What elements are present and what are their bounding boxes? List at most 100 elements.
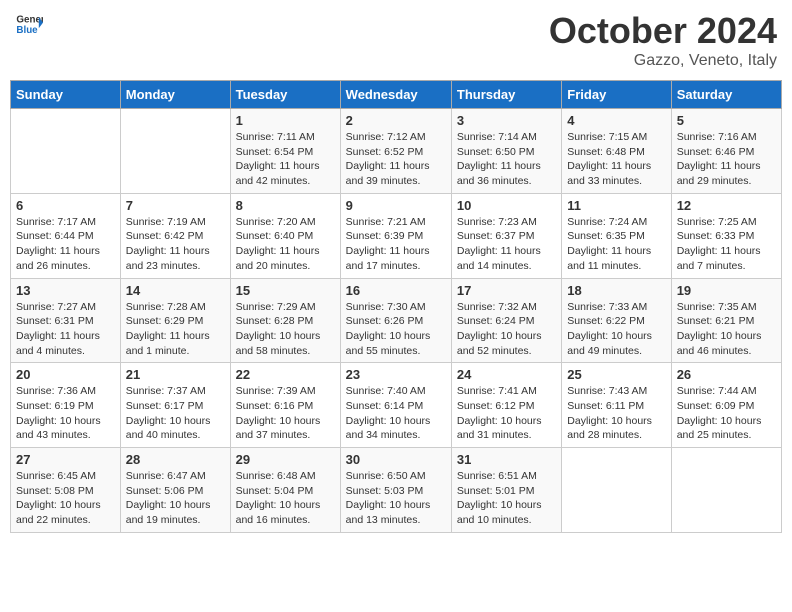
calendar-cell: 2 Sunrise: 7:12 AMSunset: 6:52 PMDayligh… — [340, 109, 451, 194]
day-number: 22 — [236, 367, 335, 382]
calendar-cell: 3 Sunrise: 7:14 AMSunset: 6:50 PMDayligh… — [451, 109, 561, 194]
logo: General Blue — [15, 10, 43, 38]
calendar-week-row: 6 Sunrise: 7:17 AMSunset: 6:44 PMDayligh… — [11, 193, 782, 278]
logo-icon: General Blue — [15, 10, 43, 38]
day-info: Sunrise: 7:32 AMSunset: 6:24 PMDaylight:… — [457, 301, 542, 357]
calendar-week-row: 13 Sunrise: 7:27 AMSunset: 6:31 PMDaylig… — [11, 278, 782, 363]
calendar-cell: 14 Sunrise: 7:28 AMSunset: 6:29 PMDaylig… — [120, 278, 230, 363]
location-title: Gazzo, Veneto, Italy — [549, 52, 777, 70]
month-title: October 2024 — [549, 10, 777, 52]
day-info: Sunrise: 7:11 AMSunset: 6:54 PMDaylight:… — [236, 131, 320, 187]
day-info: Sunrise: 6:51 AMSunset: 5:01 PMDaylight:… — [457, 470, 542, 526]
day-info: Sunrise: 7:33 AMSunset: 6:22 PMDaylight:… — [567, 301, 652, 357]
day-info: Sunrise: 7:36 AMSunset: 6:19 PMDaylight:… — [16, 385, 101, 441]
calendar-cell: 23 Sunrise: 7:40 AMSunset: 6:14 PMDaylig… — [340, 363, 451, 448]
day-number: 8 — [236, 198, 335, 213]
calendar-cell: 8 Sunrise: 7:20 AMSunset: 6:40 PMDayligh… — [230, 193, 340, 278]
calendar-cell: 15 Sunrise: 7:29 AMSunset: 6:28 PMDaylig… — [230, 278, 340, 363]
day-number: 2 — [346, 113, 446, 128]
day-info: Sunrise: 7:15 AMSunset: 6:48 PMDaylight:… — [567, 131, 651, 187]
day-info: Sunrise: 7:28 AMSunset: 6:29 PMDaylight:… — [126, 301, 210, 357]
calendar-cell: 18 Sunrise: 7:33 AMSunset: 6:22 PMDaylig… — [562, 278, 671, 363]
calendar-cell: 6 Sunrise: 7:17 AMSunset: 6:44 PMDayligh… — [11, 193, 121, 278]
day-number: 5 — [677, 113, 776, 128]
day-number: 7 — [126, 198, 225, 213]
calendar-cell: 19 Sunrise: 7:35 AMSunset: 6:21 PMDaylig… — [671, 278, 781, 363]
day-info: Sunrise: 7:25 AMSunset: 6:33 PMDaylight:… — [677, 216, 761, 272]
day-info: Sunrise: 7:23 AMSunset: 6:37 PMDaylight:… — [457, 216, 541, 272]
weekday-header: Friday — [562, 81, 671, 109]
day-number: 17 — [457, 283, 556, 298]
day-number: 13 — [16, 283, 115, 298]
day-info: Sunrise: 6:48 AMSunset: 5:04 PMDaylight:… — [236, 470, 321, 526]
calendar-cell: 30 Sunrise: 6:50 AMSunset: 5:03 PMDaylig… — [340, 448, 451, 533]
calendar-cell — [671, 448, 781, 533]
day-number: 3 — [457, 113, 556, 128]
day-number: 15 — [236, 283, 335, 298]
weekday-header: Monday — [120, 81, 230, 109]
day-info: Sunrise: 7:40 AMSunset: 6:14 PMDaylight:… — [346, 385, 431, 441]
calendar-cell: 28 Sunrise: 6:47 AMSunset: 5:06 PMDaylig… — [120, 448, 230, 533]
calendar-cell: 9 Sunrise: 7:21 AMSunset: 6:39 PMDayligh… — [340, 193, 451, 278]
day-number: 27 — [16, 452, 115, 467]
day-number: 10 — [457, 198, 556, 213]
calendar-cell — [120, 109, 230, 194]
day-info: Sunrise: 7:29 AMSunset: 6:28 PMDaylight:… — [236, 301, 321, 357]
calendar-week-row: 20 Sunrise: 7:36 AMSunset: 6:19 PMDaylig… — [11, 363, 782, 448]
calendar-cell: 17 Sunrise: 7:32 AMSunset: 6:24 PMDaylig… — [451, 278, 561, 363]
day-info: Sunrise: 7:37 AMSunset: 6:17 PMDaylight:… — [126, 385, 211, 441]
calendar-cell: 24 Sunrise: 7:41 AMSunset: 6:12 PMDaylig… — [451, 363, 561, 448]
calendar-cell: 25 Sunrise: 7:43 AMSunset: 6:11 PMDaylig… — [562, 363, 671, 448]
day-number: 24 — [457, 367, 556, 382]
day-number: 31 — [457, 452, 556, 467]
calendar-cell: 1 Sunrise: 7:11 AMSunset: 6:54 PMDayligh… — [230, 109, 340, 194]
calendar-cell: 20 Sunrise: 7:36 AMSunset: 6:19 PMDaylig… — [11, 363, 121, 448]
day-number: 25 — [567, 367, 665, 382]
calendar-cell: 4 Sunrise: 7:15 AMSunset: 6:48 PMDayligh… — [562, 109, 671, 194]
day-number: 26 — [677, 367, 776, 382]
day-number: 29 — [236, 452, 335, 467]
day-info: Sunrise: 7:35 AMSunset: 6:21 PMDaylight:… — [677, 301, 762, 357]
calendar-cell: 29 Sunrise: 6:48 AMSunset: 5:04 PMDaylig… — [230, 448, 340, 533]
day-info: Sunrise: 6:47 AMSunset: 5:06 PMDaylight:… — [126, 470, 211, 526]
day-info: Sunrise: 7:44 AMSunset: 6:09 PMDaylight:… — [677, 385, 762, 441]
day-info: Sunrise: 7:41 AMSunset: 6:12 PMDaylight:… — [457, 385, 542, 441]
day-number: 20 — [16, 367, 115, 382]
day-info: Sunrise: 7:16 AMSunset: 6:46 PMDaylight:… — [677, 131, 761, 187]
day-number: 1 — [236, 113, 335, 128]
calendar-cell: 12 Sunrise: 7:25 AMSunset: 6:33 PMDaylig… — [671, 193, 781, 278]
day-number: 6 — [16, 198, 115, 213]
day-number: 4 — [567, 113, 665, 128]
day-info: Sunrise: 7:17 AMSunset: 6:44 PMDaylight:… — [16, 216, 100, 272]
calendar-cell: 31 Sunrise: 6:51 AMSunset: 5:01 PMDaylig… — [451, 448, 561, 533]
calendar-cell — [11, 109, 121, 194]
day-number: 16 — [346, 283, 446, 298]
calendar-cell: 5 Sunrise: 7:16 AMSunset: 6:46 PMDayligh… — [671, 109, 781, 194]
weekday-header-row: SundayMondayTuesdayWednesdayThursdayFrid… — [11, 81, 782, 109]
calendar-week-row: 1 Sunrise: 7:11 AMSunset: 6:54 PMDayligh… — [11, 109, 782, 194]
calendar-cell: 16 Sunrise: 7:30 AMSunset: 6:26 PMDaylig… — [340, 278, 451, 363]
calendar-cell: 26 Sunrise: 7:44 AMSunset: 6:09 PMDaylig… — [671, 363, 781, 448]
weekday-header: Tuesday — [230, 81, 340, 109]
day-info: Sunrise: 7:27 AMSunset: 6:31 PMDaylight:… — [16, 301, 100, 357]
weekday-header: Saturday — [671, 81, 781, 109]
weekday-header: Sunday — [11, 81, 121, 109]
day-number: 9 — [346, 198, 446, 213]
calendar-cell: 13 Sunrise: 7:27 AMSunset: 6:31 PMDaylig… — [11, 278, 121, 363]
day-info: Sunrise: 7:39 AMSunset: 6:16 PMDaylight:… — [236, 385, 321, 441]
day-info: Sunrise: 7:21 AMSunset: 6:39 PMDaylight:… — [346, 216, 430, 272]
day-info: Sunrise: 7:19 AMSunset: 6:42 PMDaylight:… — [126, 216, 210, 272]
day-info: Sunrise: 7:24 AMSunset: 6:35 PMDaylight:… — [567, 216, 651, 272]
day-info: Sunrise: 7:20 AMSunset: 6:40 PMDaylight:… — [236, 216, 320, 272]
day-number: 12 — [677, 198, 776, 213]
calendar-cell: 7 Sunrise: 7:19 AMSunset: 6:42 PMDayligh… — [120, 193, 230, 278]
calendar-cell — [562, 448, 671, 533]
day-info: Sunrise: 7:14 AMSunset: 6:50 PMDaylight:… — [457, 131, 541, 187]
day-number: 21 — [126, 367, 225, 382]
calendar-cell: 27 Sunrise: 6:45 AMSunset: 5:08 PMDaylig… — [11, 448, 121, 533]
day-number: 30 — [346, 452, 446, 467]
calendar-cell: 11 Sunrise: 7:24 AMSunset: 6:35 PMDaylig… — [562, 193, 671, 278]
calendar-week-row: 27 Sunrise: 6:45 AMSunset: 5:08 PMDaylig… — [11, 448, 782, 533]
day-number: 28 — [126, 452, 225, 467]
weekday-header: Thursday — [451, 81, 561, 109]
